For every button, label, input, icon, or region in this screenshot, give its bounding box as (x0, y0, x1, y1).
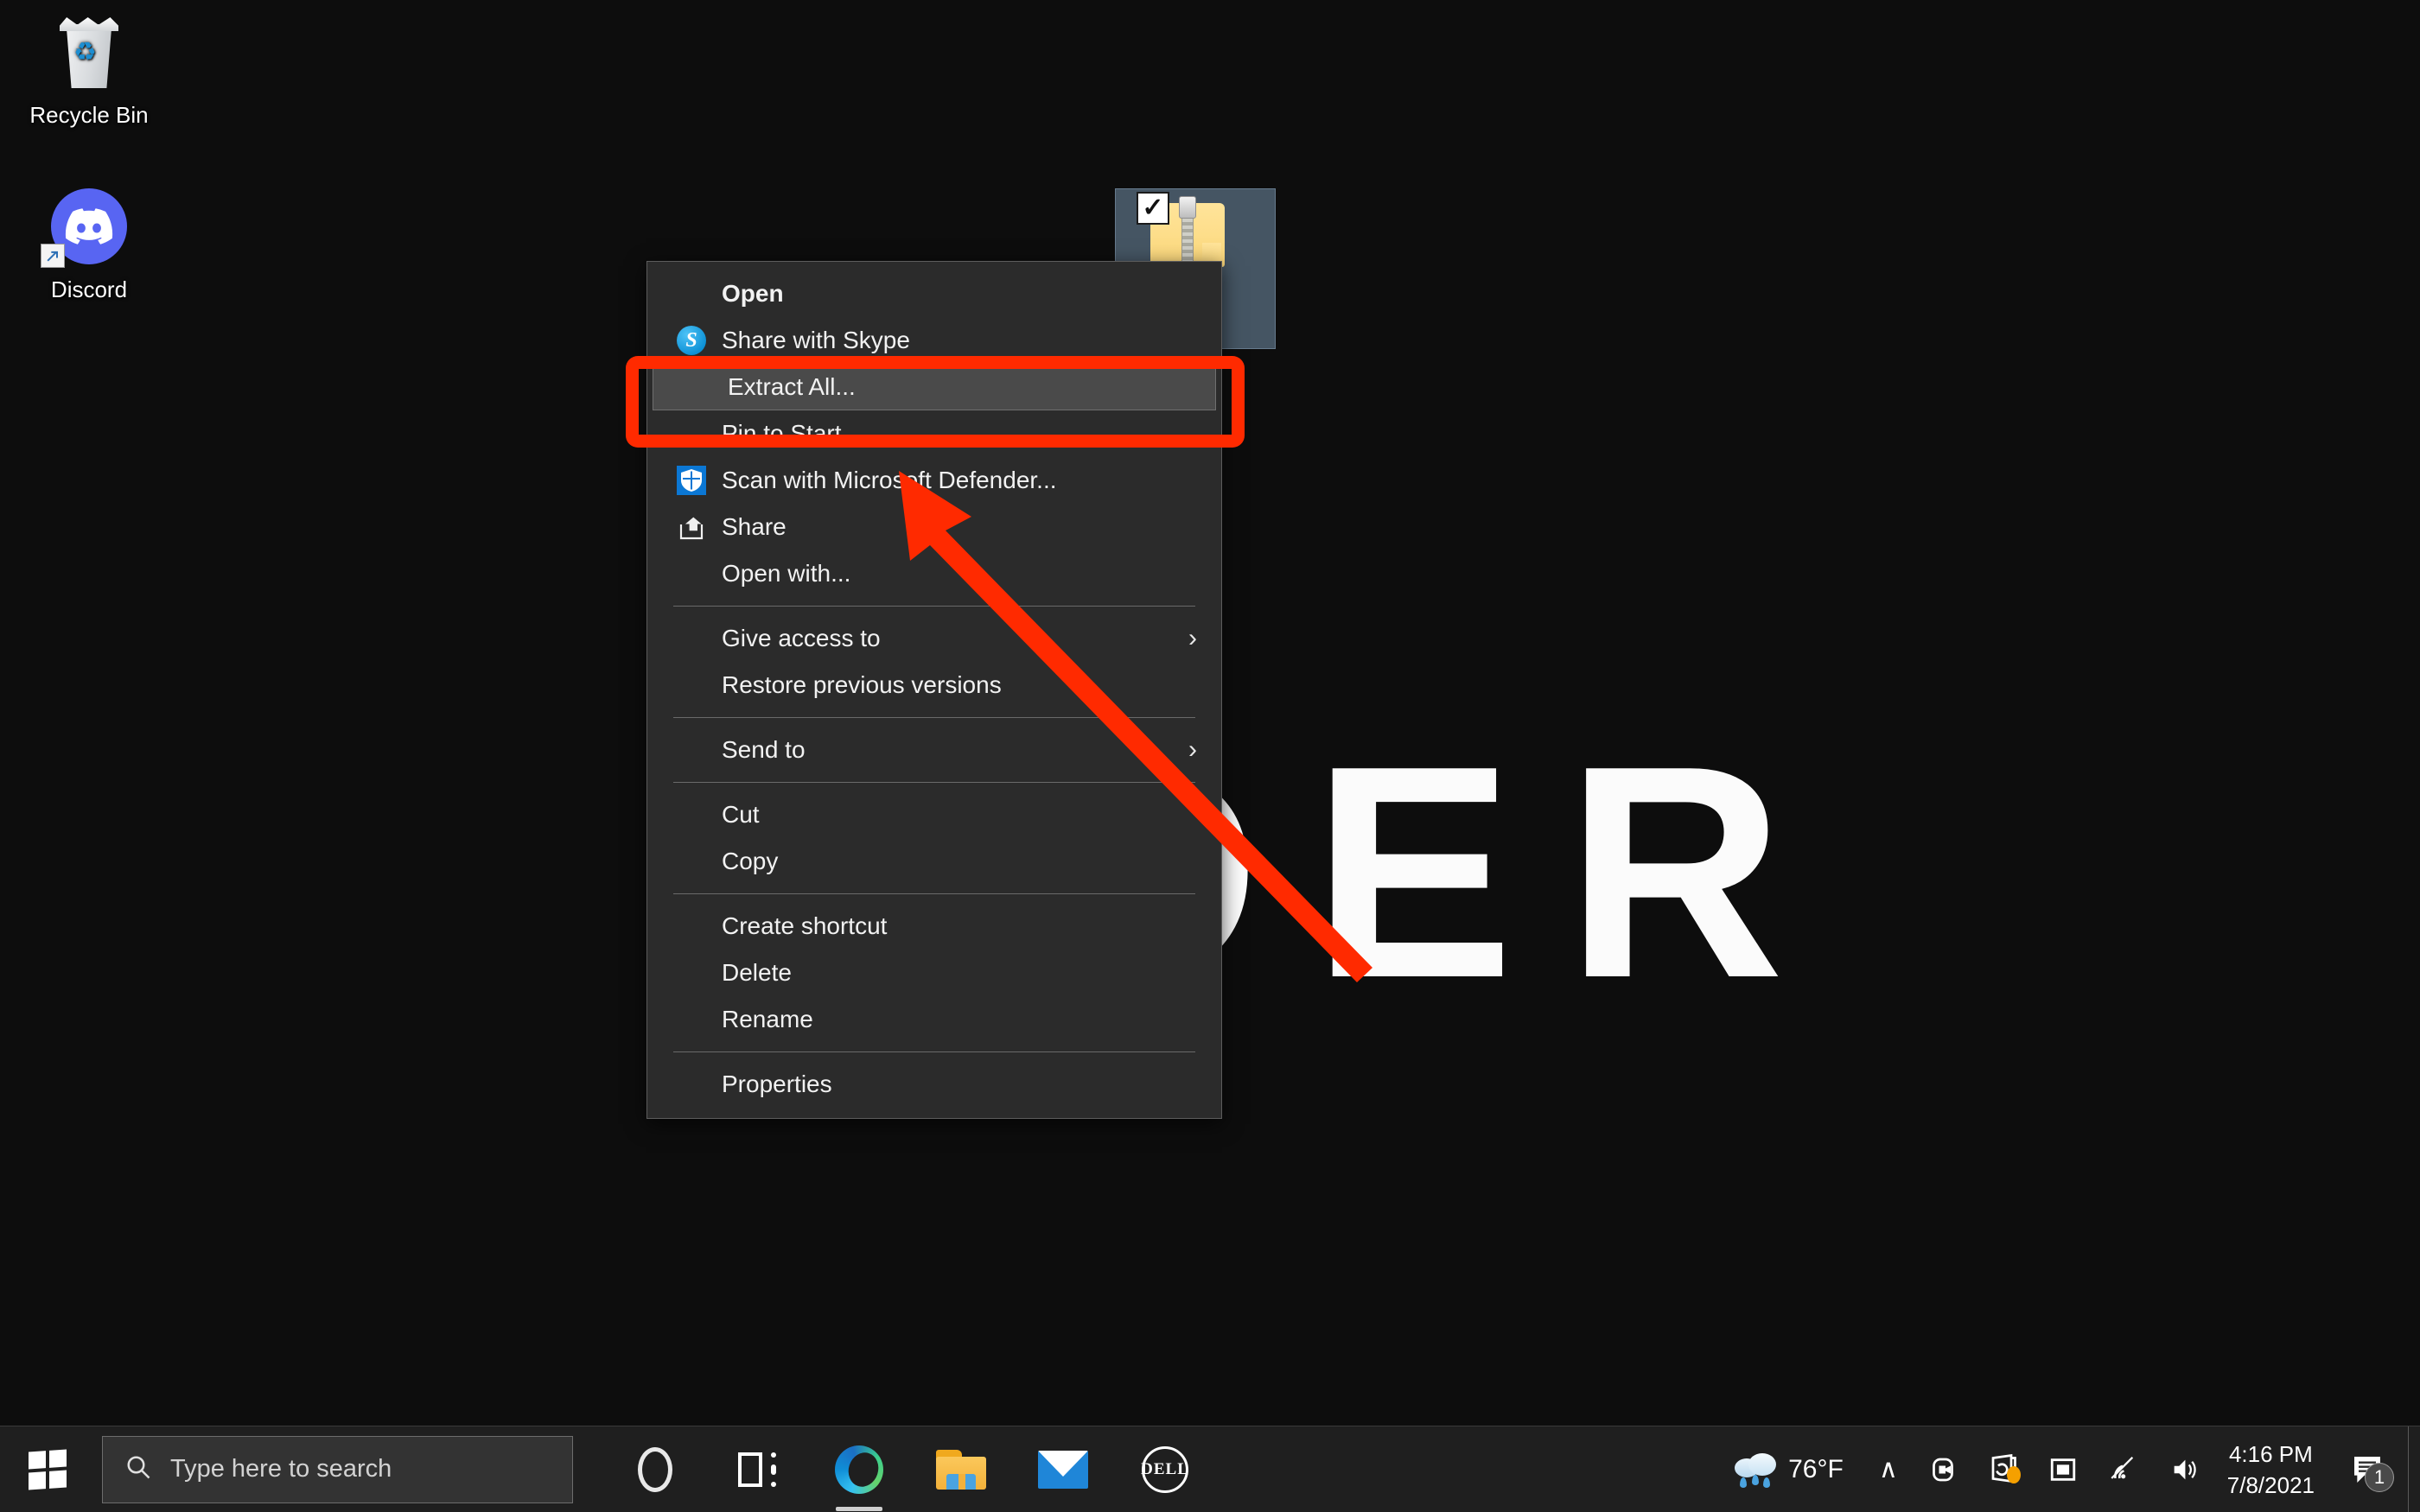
menu-item-open[interactable]: Open (647, 270, 1221, 317)
share-icon (675, 511, 708, 543)
display-icon (2048, 1455, 2078, 1484)
menu-item-label: Rename (722, 1006, 813, 1032)
menu-item-copy[interactable]: Copy (647, 838, 1221, 885)
tray-icon-wifi[interactable] (2092, 1426, 2153, 1512)
defender-shield-icon (675, 464, 708, 497)
taskbar-button-microsoft-edge[interactable] (808, 1426, 910, 1512)
chevron-right-icon: › (1188, 624, 1197, 652)
menu-separator (673, 717, 1195, 718)
context-menu[interactable]: Open S Share with Skype Extract All... P… (646, 261, 1222, 1119)
notification-badge: 1 (2365, 1462, 2394, 1492)
menu-item-label: Copy (722, 848, 779, 874)
menu-separator (673, 1051, 1195, 1052)
menu-item-label: Properties (722, 1070, 832, 1097)
search-input[interactable]: Type here to search (102, 1435, 573, 1503)
task-view-icon (738, 1452, 776, 1487)
chevron-up-icon: ∧ (1878, 1455, 1898, 1483)
menu-separator (673, 782, 1195, 783)
menu-item-send-to[interactable]: Send to › (647, 727, 1221, 773)
taskbar-button-mail[interactable] (1012, 1426, 1114, 1512)
menu-item-extract-all[interactable]: Extract All... (653, 364, 1216, 410)
taskbar-weather-widget[interactable]: 76°F (1700, 1452, 1864, 1488)
tray-icon-camera[interactable] (1913, 1426, 1973, 1512)
system-tray: 76°F ∧ 4:16 PM 7/8/2021 1 (1700, 1426, 2420, 1512)
desktop-icon-recycle-bin[interactable]: ♻ Recycle Bin (7, 7, 171, 129)
taskbar: Type here to search DELL 76°F ∧ 4:16 PM … (0, 1426, 2420, 1512)
menu-separator (673, 893, 1195, 894)
menu-item-label: Open with... (722, 560, 851, 587)
menu-item-label: Delete (722, 959, 792, 986)
chevron-right-icon: › (1188, 735, 1197, 764)
camera-icon (1927, 1454, 1958, 1485)
menu-item-scan-with-defender[interactable]: Scan with Microsoft Defender... (647, 457, 1221, 504)
menu-item-label: Share with Skype (722, 327, 910, 353)
desktop-icon-discord[interactable]: Discord (7, 181, 171, 303)
rain-cloud-icon (1735, 1452, 1777, 1488)
weather-temperature: 76°F (1788, 1454, 1844, 1483)
tray-icon-display[interactable] (2034, 1426, 2092, 1512)
clock-date: 7/8/2021 (2226, 1471, 2315, 1498)
cortana-icon (638, 1446, 672, 1492)
menu-item-label: Scan with Microsoft Defender... (722, 467, 1057, 493)
menu-item-create-shortcut[interactable]: Create shortcut (647, 903, 1221, 950)
microsoft-edge-icon (835, 1445, 883, 1494)
tray-icon-sync[interactable] (1973, 1426, 2034, 1512)
recycle-bin-icon: ♻ (7, 7, 171, 97)
menu-item-label: Extract All... (728, 373, 856, 400)
menu-item-open-with[interactable]: Open with... (647, 550, 1221, 597)
windows-logo-icon (29, 1448, 67, 1490)
dell-icon: DELL (1141, 1445, 1188, 1493)
taskbar-app-buttons: DELL (604, 1426, 1216, 1512)
start-button[interactable] (0, 1426, 95, 1512)
menu-item-share-with-skype[interactable]: S Share with Skype (647, 317, 1221, 364)
wifi-icon (2107, 1455, 2138, 1484)
desktop-icon-label: Recycle Bin (29, 102, 149, 128)
shortcut-arrow-icon (41, 244, 65, 268)
menu-item-cut[interactable]: Cut (647, 791, 1221, 838)
clock-time: 4:16 PM (2228, 1440, 2313, 1467)
search-icon (125, 1454, 151, 1484)
menu-item-label: Share (722, 513, 786, 540)
desktop-screen: INDER ♻ Recycle Bin Discord ✓ Open S Sha… (0, 0, 2420, 1512)
taskbar-button-cortana[interactable] (604, 1426, 706, 1512)
volume-icon (2168, 1455, 2200, 1484)
discord-icon (7, 181, 171, 271)
tray-icon-volume[interactable] (2153, 1426, 2215, 1512)
search-placeholder: Type here to search (170, 1455, 392, 1483)
menu-item-label: Cut (722, 801, 760, 828)
menu-item-rename[interactable]: Rename (647, 996, 1221, 1043)
menu-item-label: Pin to Start (722, 420, 842, 447)
menu-item-pin-to-start[interactable]: Pin to Start (647, 410, 1221, 457)
show-hidden-icons-button[interactable]: ∧ (1864, 1426, 1913, 1512)
show-desktop-button[interactable] (2408, 1426, 2420, 1512)
taskbar-clock[interactable]: 4:16 PM 7/8/2021 (2215, 1439, 2334, 1501)
menu-separator (673, 606, 1195, 607)
action-center-button[interactable]: 1 (2334, 1426, 2408, 1512)
file-explorer-icon (936, 1449, 986, 1490)
mail-icon (1038, 1450, 1088, 1489)
menu-item-label: Create shortcut (722, 912, 888, 939)
menu-item-give-access-to[interactable]: Give access to › (647, 615, 1221, 662)
menu-item-label: Restore previous versions (722, 671, 1002, 698)
taskbar-button-file-explorer[interactable] (910, 1426, 1012, 1512)
menu-item-share[interactable]: Share (647, 504, 1221, 550)
menu-item-properties[interactable]: Properties (647, 1061, 1221, 1108)
skype-icon: S (675, 324, 708, 357)
sync-icon (1988, 1453, 2021, 1485)
desktop-icon-label: Discord (50, 276, 128, 302)
menu-item-label: Send to (722, 736, 806, 763)
taskbar-button-dell[interactable]: DELL (1114, 1426, 1216, 1512)
menu-item-label: Open (722, 280, 784, 307)
menu-item-delete[interactable]: Delete (647, 950, 1221, 996)
selection-checkbox[interactable]: ✓ (1137, 192, 1169, 225)
menu-item-restore-previous-versions[interactable]: Restore previous versions (647, 662, 1221, 708)
menu-item-label: Give access to (722, 625, 881, 651)
taskbar-button-task-view[interactable] (706, 1426, 808, 1512)
